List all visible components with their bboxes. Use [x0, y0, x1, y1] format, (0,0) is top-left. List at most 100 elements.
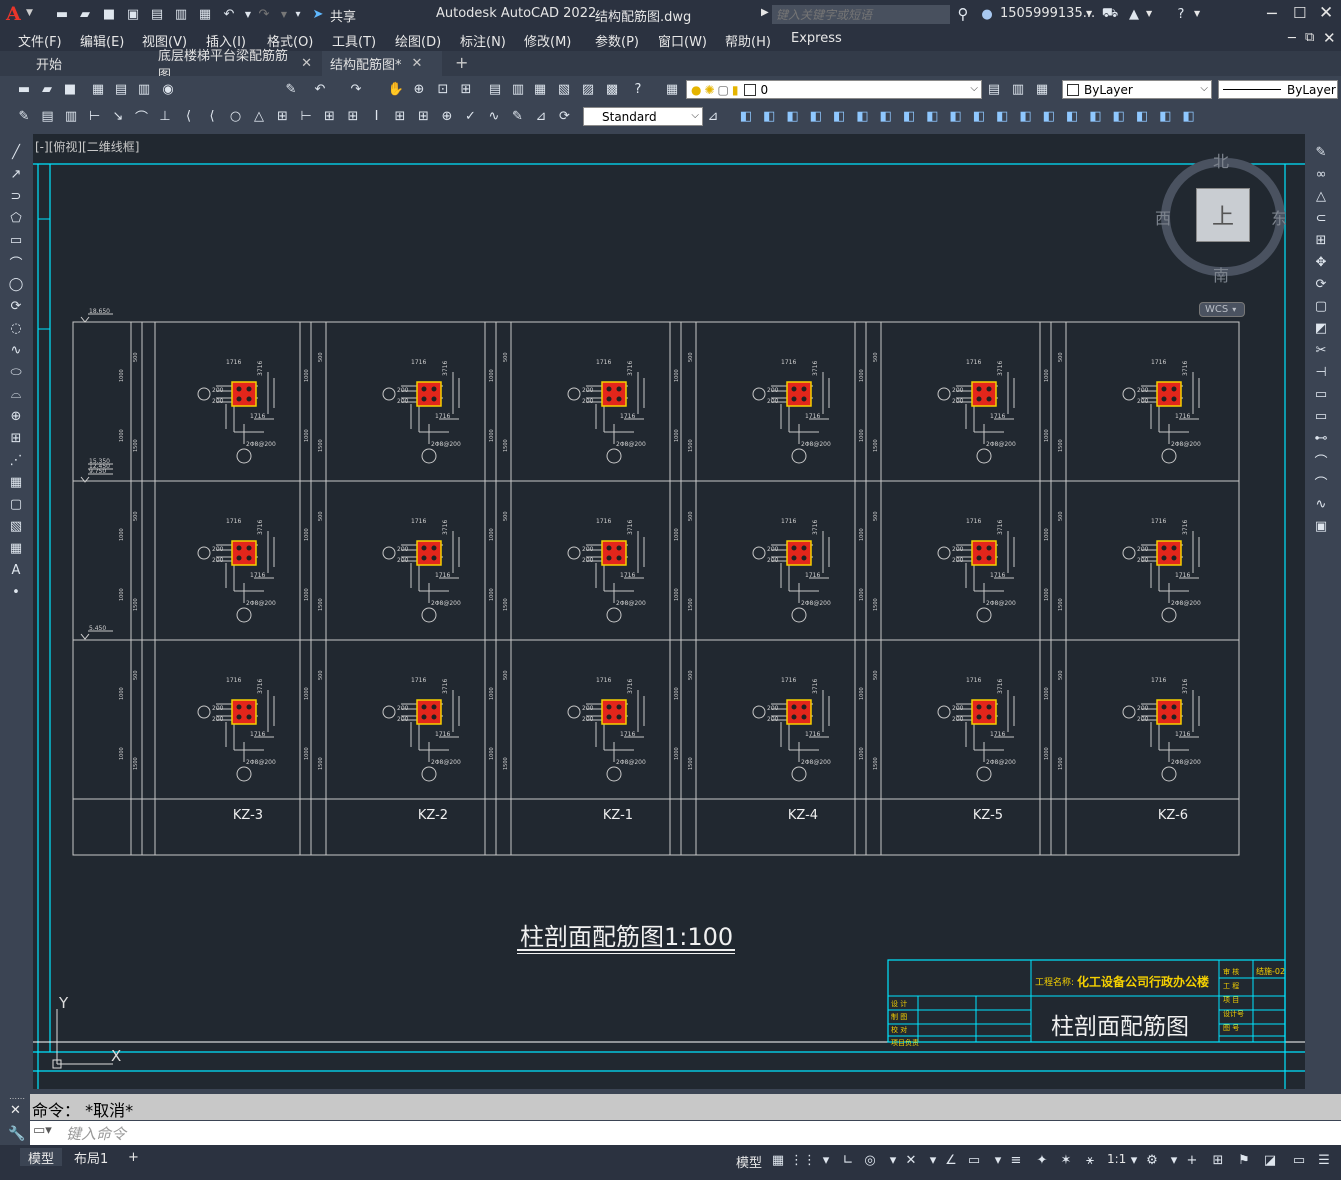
modify-tool-6-icon[interactable]: ◧: [855, 108, 871, 124]
minimize-icon[interactable]: ─: [1267, 4, 1277, 23]
customize-toolbar-icon[interactable]: ▾: [290, 6, 306, 22]
viewcube-east[interactable]: 东: [1271, 205, 1287, 229]
doc-close-icon[interactable]: ✕: [1323, 29, 1336, 47]
modify-side-12-icon[interactable]: ▭: [1313, 386, 1329, 402]
viewcube-west[interactable]: 西: [1155, 205, 1171, 229]
redo-icon[interactable]: ↷: [348, 81, 364, 97]
status-tool-15-icon[interactable]: ⚹: [1082, 1152, 1098, 1168]
modify-side-7-icon[interactable]: ⟳: [1313, 276, 1329, 292]
draw-tool-5-icon[interactable]: ▭: [8, 232, 24, 248]
dim-tool-7-icon[interactable]: ⊥: [157, 108, 173, 124]
search-expand-icon[interactable]: ▶: [761, 7, 769, 18]
status-tool-10-icon[interactable]: ▭: [966, 1152, 982, 1168]
help-dropdown-icon[interactable]: ▼: [1194, 9, 1200, 18]
modify-side-1-icon[interactable]: ✎: [1313, 144, 1329, 160]
save-as-icon[interactable]: ▣: [125, 6, 141, 22]
status-tool-8-icon[interactable]: ▾: [925, 1152, 941, 1168]
cart-icon[interactable]: ⛟: [1102, 6, 1118, 22]
tab-close-icon[interactable]: ✕: [301, 56, 312, 71]
modify-side-5-icon[interactable]: ⊞: [1313, 232, 1329, 248]
status-tool-17-icon[interactable]: ⚙: [1144, 1152, 1160, 1168]
draw-tool-13-icon[interactable]: ⊕: [8, 408, 24, 424]
modify-tool-13-icon[interactable]: ◧: [1018, 108, 1034, 124]
user-dropdown-icon[interactable]: ▼: [1086, 9, 1092, 18]
dim-tool-2-icon[interactable]: ▤: [40, 108, 56, 124]
tab-stair-drawing[interactable]: 底层楼梯平台梁配筋筋图 ✕: [150, 49, 320, 83]
status-tool-18-icon[interactable]: ▾: [1166, 1152, 1182, 1168]
new-tab-icon[interactable]: +: [455, 53, 468, 72]
modify-side-2-icon[interactable]: ∞: [1313, 166, 1329, 182]
layer-tool-1-icon[interactable]: ▤: [986, 81, 1002, 97]
plot-icon[interactable]: ▦: [197, 6, 213, 22]
save-icon[interactable]: ■: [62, 81, 78, 97]
draw-tool-15-icon[interactable]: ⋰: [8, 452, 24, 468]
layer-properties-icon[interactable]: ▦: [664, 81, 680, 97]
dim-tool-5-icon[interactable]: ↘: [110, 108, 126, 124]
undo-dropdown-icon[interactable]: ▼: [240, 6, 256, 22]
draw-tool-10-icon[interactable]: ∿: [8, 342, 24, 358]
modify-side-18-icon[interactable]: ▣: [1313, 518, 1329, 534]
menu-tools[interactable]: 工具(T): [332, 31, 376, 50]
modify-side-11-icon[interactable]: ⊣: [1313, 364, 1329, 380]
menu-dimension[interactable]: 标注(N): [460, 31, 506, 50]
layer-dropdown[interactable]: ● ✺ ▢ ▮ 0 ⌵: [686, 80, 982, 99]
status-tool-13-icon[interactable]: ✦: [1034, 1152, 1050, 1168]
menu-draw[interactable]: 绘图(D): [395, 31, 441, 50]
dim-tool-11-icon[interactable]: △: [251, 108, 267, 124]
doc-restore-icon[interactable]: ⧉: [1305, 30, 1314, 45]
menu-edit[interactable]: 编辑(E): [80, 31, 124, 50]
tab-start[interactable]: 开始: [28, 51, 146, 76]
dim-tool-19-icon[interactable]: ⊕: [439, 108, 455, 124]
modify-tool-17-icon[interactable]: ◧: [1111, 108, 1127, 124]
dim-tool-10-icon[interactable]: ○: [228, 108, 244, 124]
status-tool-23-icon[interactable]: ▭: [1291, 1152, 1307, 1168]
menu-window[interactable]: 窗口(W): [658, 31, 707, 50]
draw-tool-6-icon[interactable]: ⌒: [8, 254, 24, 272]
viewcube-face[interactable]: 上: [1196, 188, 1250, 242]
dim-tool-1-icon[interactable]: ✎: [16, 108, 32, 124]
dim-tool-20-icon[interactable]: ✓: [463, 108, 479, 124]
modify-tool-7-icon[interactable]: ◧: [878, 108, 894, 124]
modify-side-15-icon[interactable]: ⌒: [1313, 452, 1329, 470]
modify-tool-18-icon[interactable]: ◧: [1134, 108, 1150, 124]
open-from-web-icon[interactable]: ▤: [149, 6, 165, 22]
color-dropdown[interactable]: ByLayer ⌵: [1062, 80, 1212, 99]
modify-tool-12-icon[interactable]: ◧: [994, 108, 1010, 124]
layer-tool-3-icon[interactable]: ▦: [1034, 81, 1050, 97]
doc-minimize-icon[interactable]: ─: [1288, 31, 1296, 46]
modify-tool-3-icon[interactable]: ◧: [785, 108, 801, 124]
modify-side-3-icon[interactable]: △: [1313, 188, 1329, 204]
new-file-icon[interactable]: ▬: [54, 6, 70, 22]
menu-file[interactable]: 文件(F): [18, 31, 62, 50]
dim-tool-9-icon[interactable]: ⟨: [204, 108, 220, 124]
dim-tool-21-icon[interactable]: ∿: [486, 108, 502, 124]
maximize-icon[interactable]: ☐: [1293, 4, 1306, 22]
search-icon[interactable]: ⚲: [955, 5, 971, 23]
status-tool-11-icon[interactable]: ▾: [990, 1152, 1006, 1168]
undo-icon[interactable]: ↶: [312, 81, 328, 97]
undo-icon[interactable]: ↶: [221, 6, 237, 22]
modify-side-13-icon[interactable]: ▭: [1313, 408, 1329, 424]
dim-tool-24-icon[interactable]: ⟳: [557, 108, 573, 124]
viewcube-south[interactable]: 南: [1213, 262, 1229, 286]
status-tool-9-icon[interactable]: ∠: [943, 1152, 959, 1168]
user-icon[interactable]: ●: [979, 6, 995, 22]
menu-parametric[interactable]: 参数(P): [595, 31, 639, 50]
status-tool-6-icon[interactable]: ▾: [885, 1152, 901, 1168]
matchprop-icon[interactable]: ✎: [283, 81, 299, 97]
dim-tool-12-icon[interactable]: ⊞: [275, 108, 291, 124]
tab-close-icon[interactable]: ✕: [412, 56, 423, 71]
modify-tool-10-icon[interactable]: ◧: [948, 108, 964, 124]
app-menu-arrow-icon[interactable]: ▼: [26, 8, 33, 18]
modify-tool-1-icon[interactable]: ◧: [738, 108, 754, 124]
status-tool-16-icon[interactable]: ▾: [1126, 1152, 1142, 1168]
menu-express[interactable]: Express: [791, 31, 842, 46]
close-icon[interactable]: ✕: [1319, 3, 1333, 23]
modify-tool-11-icon[interactable]: ◧: [971, 108, 987, 124]
dim-tool-14-icon[interactable]: ⊞: [322, 108, 338, 124]
dim-tool-13-icon[interactable]: ⊢: [298, 108, 314, 124]
publish-icon[interactable]: ▥: [136, 81, 152, 97]
modify-tool-4-icon[interactable]: ◧: [808, 108, 824, 124]
linetype-dropdown[interactable]: ByLayer: [1218, 80, 1338, 99]
status-tool-5-icon[interactable]: ◎: [862, 1152, 878, 1168]
